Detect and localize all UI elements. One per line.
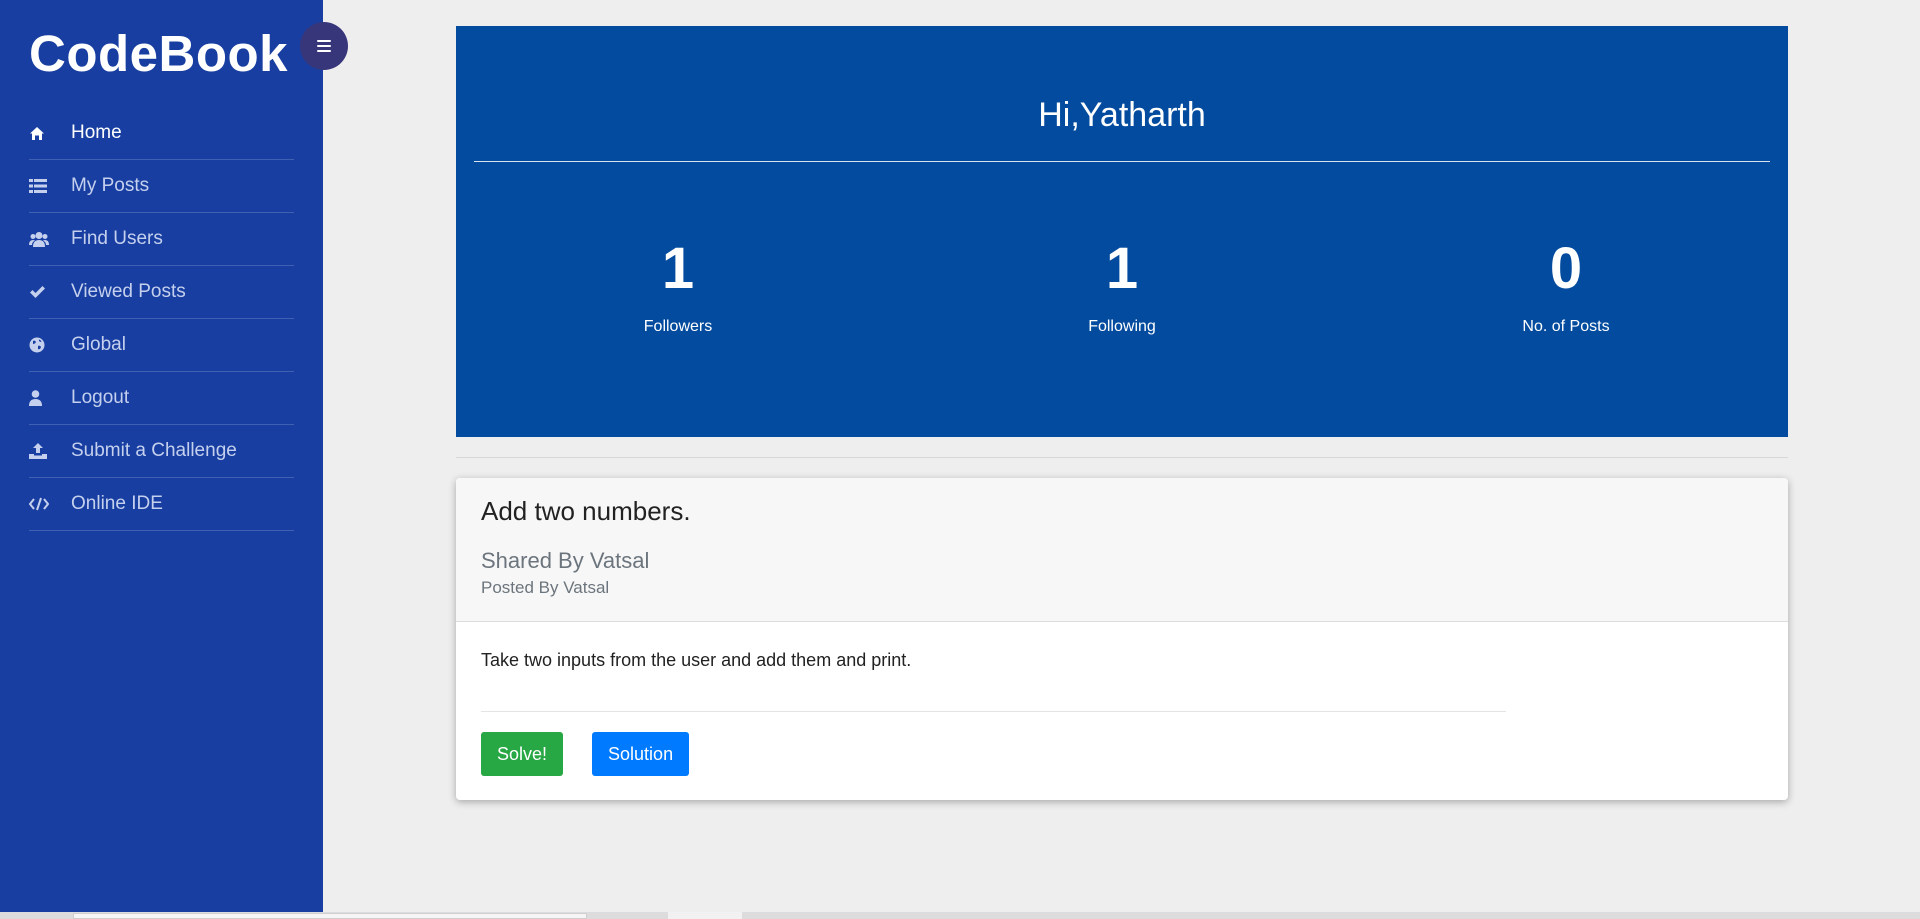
sidebar-item-viewed-posts[interactable]: Viewed Posts — [29, 266, 294, 319]
post-shared-by: Shared By Vatsal — [481, 548, 650, 573]
horizontal-scrollbar[interactable] — [0, 912, 1920, 919]
sidebar-item-find-users[interactable]: Find Users — [29, 213, 294, 266]
user-icon — [29, 390, 71, 406]
scrollbar-thumb[interactable] — [73, 913, 587, 919]
sidebar-toggle-button[interactable] — [300, 22, 348, 70]
sidebar-item-logout[interactable]: Logout — [29, 372, 294, 425]
users-icon — [29, 231, 71, 247]
sidebar-item-global[interactable]: Global — [29, 319, 294, 372]
sidebar-item-label: Global — [71, 334, 126, 355]
stat-value: 0 — [1549, 236, 1583, 301]
sidebar-item-online-ide[interactable]: Online IDE — [29, 478, 294, 531]
sidebar-item-label: My Posts — [71, 175, 150, 196]
sidebar-item-my-posts[interactable]: My Posts — [29, 160, 294, 213]
stat-following[interactable]: 1 Following — [900, 240, 1344, 336]
code-icon — [29, 497, 71, 511]
post-title: Add two numbers. — [481, 496, 691, 526]
post-description: Take two inputs from the user and add th… — [481, 650, 912, 670]
profile-summary: Hi,Yatharth 1 Followers 1 Following 0 No… — [456, 26, 1788, 437]
hamburger-icon — [317, 40, 331, 52]
upload-icon — [29, 443, 71, 459]
post-card-header: Add two numbers. Shared By Vatsal Posted… — [456, 478, 1788, 622]
stat-value: 1 — [661, 236, 695, 301]
sidebar-item-home[interactable]: Home — [29, 107, 294, 160]
sidebar-item-label: Logout — [71, 387, 130, 408]
home-icon — [29, 126, 71, 141]
sidebar-item-label: Home — [71, 122, 122, 143]
brand-logo[interactable]: CodeBook — [29, 24, 288, 83]
list-icon — [29, 179, 71, 193]
stat-posts[interactable]: 0 No. of Posts — [1344, 240, 1788, 336]
stat-label: Followers — [643, 318, 713, 335]
greeting-title: Hi,Yatharth — [1038, 96, 1206, 134]
stats-row: 1 Followers 1 Following 0 No. of Posts — [456, 240, 1788, 336]
divider — [474, 161, 1770, 162]
sidebar: CodeBook Home My Posts Find Users Viewed… — [0, 0, 323, 919]
sidebar-nav: Home My Posts Find Users Viewed Posts Gl… — [29, 107, 294, 531]
sidebar-item-label: Viewed Posts — [71, 281, 186, 302]
sidebar-item-label: Online IDE — [71, 493, 163, 514]
stat-followers[interactable]: 1 Followers — [456, 240, 900, 336]
stat-value: 1 — [1105, 236, 1139, 301]
stat-label: No. of Posts — [1522, 318, 1610, 335]
post-card-body: Take two inputs from the user and add th… — [456, 622, 1788, 776]
stat-label: Following — [1088, 318, 1156, 335]
sidebar-item-label: Find Users — [71, 228, 163, 249]
solution-button[interactable]: Solution — [592, 732, 690, 776]
section-divider — [456, 457, 1788, 458]
post-posted-by: Posted By Vatsal — [481, 578, 610, 597]
post-actions: Solve! Solution — [481, 732, 1763, 776]
divider — [481, 711, 1506, 712]
sidebar-item-label: Submit a Challenge — [71, 440, 237, 461]
sidebar-item-submit-challenge[interactable]: Submit a Challenge — [29, 425, 294, 478]
globe-icon — [29, 337, 71, 353]
check-icon — [29, 285, 71, 299]
post-card: Add two numbers. Shared By Vatsal Posted… — [456, 478, 1788, 800]
scrollbar-segment — [668, 912, 742, 919]
solve-button[interactable]: Solve! — [481, 732, 564, 776]
